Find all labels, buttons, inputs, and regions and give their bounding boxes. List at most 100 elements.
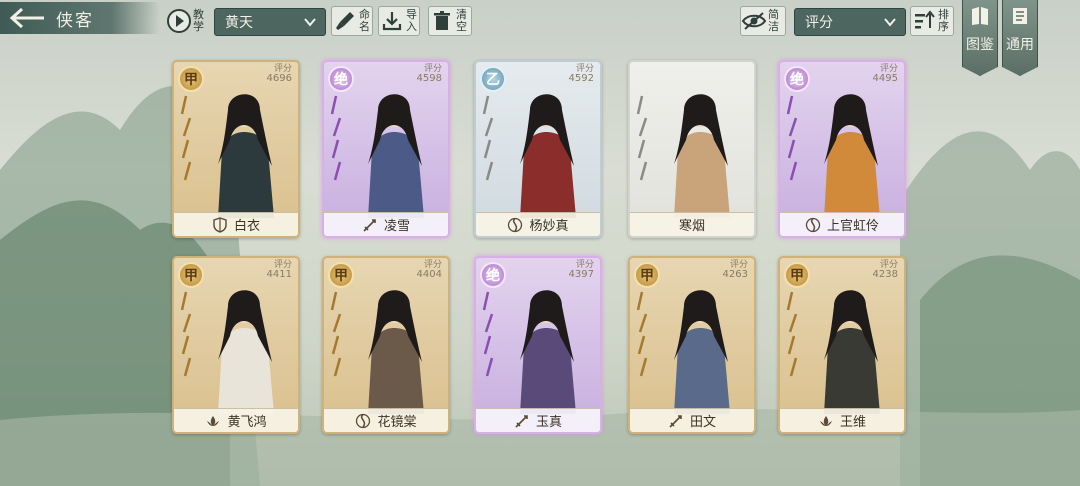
top-bar: 侠客 教学 黄天 命名 导入 清空 简洁 评分 排序 图鉴 通用: [0, 0, 1080, 76]
simple-view-button[interactable]: 简洁: [740, 6, 786, 36]
hero-name: 白衣: [233, 219, 260, 234]
grade-badge: 乙: [480, 66, 506, 92]
import-button[interactable]: 导入: [378, 6, 420, 36]
hero-card[interactable]: 甲 评分 4404 花镜棠: [322, 256, 450, 434]
hero-card[interactable]: 甲 评分 4263 田文: [628, 256, 756, 434]
sort-value: 评分: [805, 15, 833, 31]
score-value: 4598: [416, 73, 442, 84]
ribbon-decoration: [482, 291, 494, 377]
sort-order-label: 排序: [938, 8, 949, 33]
common-tab[interactable]: 通用: [1002, 0, 1038, 76]
hero-name: 王维: [839, 415, 866, 430]
simple-view-label: 简洁: [768, 8, 779, 33]
grade-badge: 甲: [328, 262, 354, 288]
score-block: 评分 4411: [267, 260, 292, 280]
score-block: 评分 4696: [267, 64, 292, 84]
sort-icon: [915, 10, 935, 29]
character-portrait: [218, 290, 274, 414]
chevron-down-icon: [304, 18, 316, 27]
ribbon-decoration: [636, 291, 648, 377]
character-portrait: [520, 94, 576, 218]
sort-select[interactable]: 评分: [794, 8, 906, 36]
hero-card[interactable]: 绝 评分 4495 上官虹伶: [778, 60, 906, 238]
grade-badge: 甲: [784, 262, 810, 288]
hero-name: 上官虹伶: [826, 219, 879, 234]
ribbon-decoration: [786, 95, 798, 181]
score-value: 4238: [872, 269, 898, 280]
character-portrait: [824, 290, 880, 414]
sword-icon: [363, 218, 376, 232]
grade-badge: 甲: [634, 262, 660, 288]
scroll-icon: [1013, 8, 1027, 24]
hero-card[interactable]: 寒烟: [628, 60, 756, 238]
lotus-icon: [207, 415, 220, 426]
hero-name: 玉真: [535, 415, 562, 430]
name-bar: 田文: [630, 408, 754, 432]
import-label: 导入: [406, 8, 417, 33]
name-bar: 王维: [780, 408, 904, 432]
name-bar: 玉真: [476, 408, 600, 432]
ribbon-decoration: [786, 291, 798, 377]
hero-card[interactable]: 绝 评分 4598 凌雪: [322, 60, 450, 238]
score-value: 4592: [568, 73, 594, 84]
page-title: 侠客: [56, 10, 94, 31]
ribbon-decoration: [330, 291, 342, 377]
back-button[interactable]: 侠客: [0, 2, 160, 34]
sort-order-button[interactable]: 排序: [910, 6, 954, 36]
hero-card[interactable]: 甲 评分 4411 黄飞鸿: [172, 256, 300, 434]
score-block: 评分 4238: [873, 260, 898, 280]
score-block: 评分 4598: [417, 64, 442, 84]
hero-card[interactable]: 乙 评分 4592 杨妙真: [474, 60, 602, 238]
sword-icon: [669, 414, 682, 428]
hero-name: 田文: [689, 415, 716, 430]
character-portrait: [674, 94, 730, 218]
name-bar: 花镜棠: [324, 408, 448, 432]
score-block: 评分 4397: [569, 260, 594, 280]
hero-card[interactable]: 甲 评分 4238 王维: [778, 256, 906, 434]
filter-value: 黄天: [225, 15, 253, 31]
tutorial-button[interactable]: 教学: [166, 6, 212, 36]
hero-name: 杨妙真: [529, 219, 569, 234]
score-block: 评分 4404: [417, 260, 442, 280]
score-value: 4696: [266, 73, 292, 84]
character-portrait: [674, 290, 730, 414]
hero-name: 花镜棠: [377, 415, 417, 430]
ribbon-decoration: [482, 95, 494, 181]
common-label: 通用: [1006, 37, 1034, 53]
rename-label: 命名: [359, 8, 370, 33]
lotus-icon: [819, 415, 832, 426]
character-portrait: [824, 94, 880, 218]
swirl-icon: [356, 413, 371, 428]
clear-button[interactable]: 清空: [428, 6, 472, 36]
name-bar: 黄飞鸿: [174, 408, 298, 432]
filter-select[interactable]: 黄天: [214, 8, 326, 36]
hero-card[interactable]: 绝 评分 4397 玉真: [474, 256, 602, 434]
score-block: 评分 4263: [723, 260, 748, 280]
score-block: 评分 4495: [873, 64, 898, 84]
tutorial-label: 教学: [193, 8, 204, 33]
hero-card[interactable]: 甲 评分 4696 白衣: [172, 60, 300, 238]
ribbon-decoration: [180, 95, 192, 181]
score-block: 评分 4592: [569, 64, 594, 84]
score-value: 4397: [568, 269, 594, 280]
character-portrait: [218, 94, 274, 218]
grade-badge: 绝: [328, 66, 354, 92]
rename-button[interactable]: 命名: [331, 6, 373, 36]
name-bar: 白衣: [174, 212, 298, 236]
grade-badge: 绝: [480, 262, 506, 288]
score-value: 4411: [266, 269, 292, 280]
shield-icon: [213, 216, 227, 233]
grade-badge: 甲: [178, 262, 204, 288]
swirl-icon: [508, 217, 523, 232]
ribbon-decoration: [636, 95, 648, 181]
codex-tab[interactable]: 图鉴: [962, 0, 998, 76]
score-value: 4495: [872, 73, 898, 84]
sword-icon: [515, 414, 528, 428]
name-bar: 杨妙真: [476, 212, 600, 236]
hero-name: 黄飞鸿: [227, 415, 267, 430]
eye-icon: [741, 12, 767, 30]
character-portrait: [368, 290, 424, 414]
codex-label: 图鉴: [966, 37, 994, 53]
trash-icon: [434, 11, 450, 30]
chevron-down-icon: [884, 18, 896, 27]
